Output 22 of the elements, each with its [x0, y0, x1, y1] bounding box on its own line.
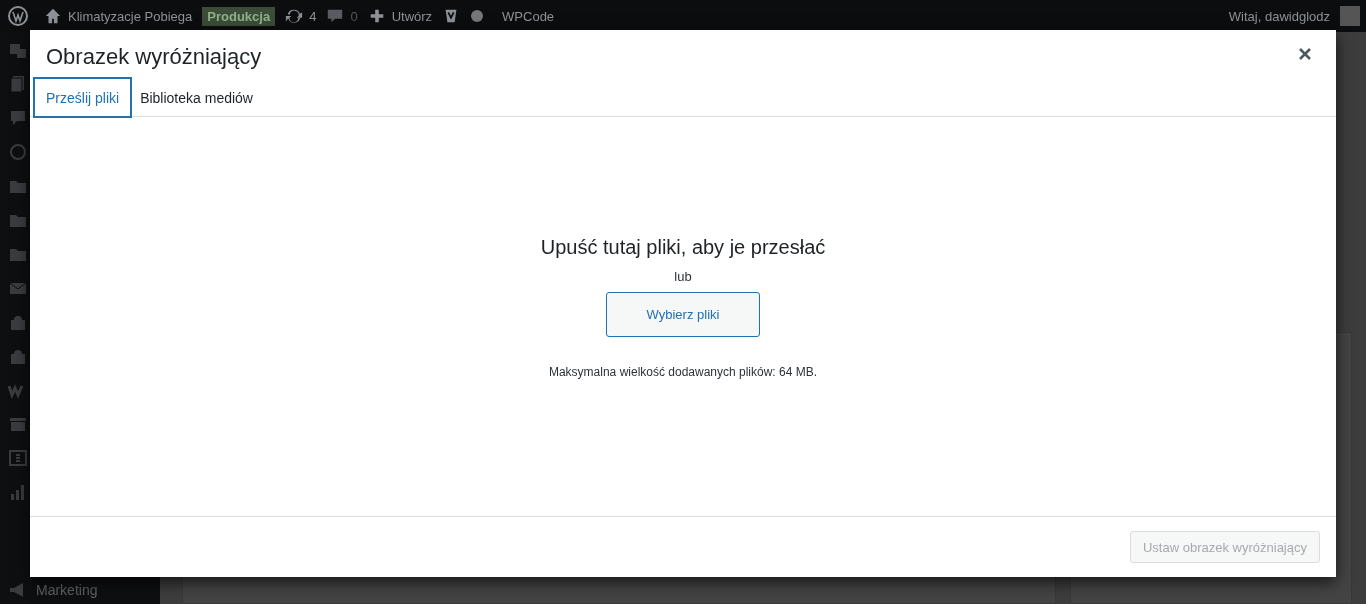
wordpress-logo-icon[interactable]	[8, 6, 28, 26]
plugin-menu-link[interactable]: WPCode	[502, 8, 555, 24]
tab[interactable]: Biblioteka mediów	[132, 77, 261, 118]
greeting-link[interactable]: Witaj, dawidglodz	[1228, 8, 1330, 24]
max-size-note: Maksymalna wielkość dodawanych plików: 64 MB.	[548, 365, 818, 379]
select-files-button[interactable]: Wybierz pliki	[606, 292, 760, 337]
site-name-link[interactable]: Klimatyzacje Pobiega	[44, 7, 193, 25]
tab[interactable]: Prześlij pliki	[33, 77, 133, 118]
refresh-icon	[285, 7, 304, 25]
updates-link[interactable]: 4	[285, 7, 317, 25]
modal-title: Obrazek wyróżniający	[46, 43, 262, 70]
drop-zone-heading: Upuść tutaj pliki, aby je przesłać	[540, 236, 826, 259]
new-content-link[interactable]: Utwórz	[367, 7, 433, 25]
home-icon	[44, 7, 62, 25]
comment-icon	[326, 7, 345, 25]
status-dot-icon	[470, 9, 485, 23]
avatar[interactable]	[1340, 6, 1360, 26]
circle-logo-icon[interactable]	[8, 142, 28, 162]
separator-text: lub	[674, 269, 692, 284]
environment-badge: Produkcja	[202, 6, 276, 26]
close-icon	[1298, 47, 1312, 61]
comment-icon[interactable]	[8, 108, 28, 128]
